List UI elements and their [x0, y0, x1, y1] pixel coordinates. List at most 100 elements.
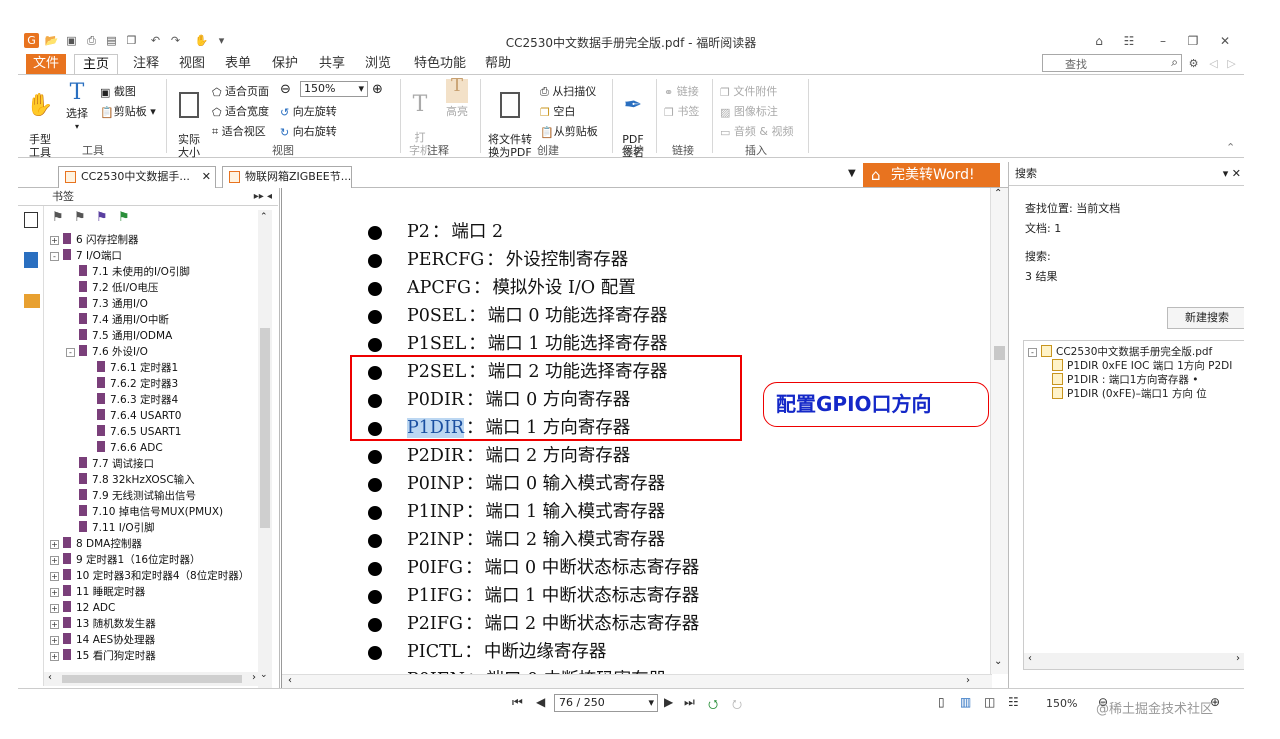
expand-icon[interactable]: +	[50, 652, 59, 661]
bookmark-item[interactable]: 7.9 无线测试输出信号	[66, 488, 196, 504]
bookmark-item[interactable]: 7.8 32kHzXOSC输入	[66, 472, 195, 488]
clipboard-button[interactable]: 📋剪贴板 ▾	[100, 103, 156, 119]
last-page-icon[interactable]: ⏭	[684, 695, 695, 710]
collapse-icon[interactable]: -	[1028, 348, 1037, 357]
prev-arrow-icon[interactable]: ◁	[1206, 56, 1221, 71]
restore-icon[interactable]: ❐	[1182, 32, 1204, 50]
bookmark-expand-icon[interactable]: ⚑	[96, 210, 108, 225]
close-icon[interactable]: ✕	[1214, 32, 1236, 50]
comments-panel-icon[interactable]	[24, 294, 40, 308]
blank-button[interactable]: ❐ 空白	[540, 103, 575, 119]
layout-icon[interactable]: ☷	[1118, 32, 1140, 50]
bookmark-item[interactable]: - 7 I/O端口	[50, 248, 122, 264]
results-scroll-right-icon[interactable]: ›	[1236, 653, 1240, 664]
tab-browse[interactable]: 浏览	[360, 54, 396, 74]
bookmark-item[interactable]: 7.6.5 USART1	[84, 424, 181, 440]
next-page-icon[interactable]: ▶	[664, 695, 673, 709]
tab-form[interactable]: 表单	[220, 54, 256, 74]
expand-icon[interactable]: +	[50, 588, 59, 597]
continuous-page-icon[interactable]: ▥	[960, 695, 971, 709]
share-icon[interactable]: ⌂	[1088, 32, 1110, 50]
bookmark-item[interactable]: 7.6.2 定时器3	[84, 376, 178, 392]
bookmark-item[interactable]: +13 随机数发生器	[50, 616, 156, 632]
fit-width-button[interactable]: ⬠ 适合宽度	[212, 103, 269, 119]
zoom-select[interactable]: 150% ▾	[300, 81, 368, 97]
bookmark-edit-icon[interactable]: ⚑	[74, 210, 86, 225]
file-attachment-button[interactable]: ❐ 文件附件	[720, 83, 777, 99]
bookmark-item[interactable]: 7.2 低I/O电压	[66, 280, 158, 296]
rotate-right-button[interactable]: ↻ 向右旋转	[280, 123, 337, 139]
bookmark-item[interactable]: 7.3 通用I/O	[66, 296, 148, 312]
bookmark-item[interactable]: +12 ADC	[50, 600, 115, 616]
doc-scroll-left-icon[interactable]: ‹	[288, 675, 292, 686]
scroll-down-icon[interactable]: ⌄	[260, 670, 268, 680]
from-scanner-button[interactable]: ⎙ 从扫描仪	[540, 83, 596, 99]
tab-share[interactable]: 共享	[314, 54, 350, 74]
bookmark-item[interactable]: 7.6.6 ADC	[84, 440, 163, 456]
bookmark-item[interactable]: - 7.6 外设I/O	[66, 344, 148, 360]
tab-features[interactable]: 特色功能	[408, 54, 472, 74]
select-button[interactable]: T 选择 ▾	[62, 79, 92, 133]
bookmark-item[interactable]: 7.4 通用I/O中断	[66, 312, 169, 328]
new-search-button[interactable]: 新建搜索	[1167, 307, 1244, 329]
bookmark-item[interactable]: +9 定时器1（16位定时器）	[50, 552, 201, 568]
zoom-in-icon[interactable]: ⊕	[372, 82, 383, 97]
search-panel-close-icon[interactable]: ▾ ✕	[1223, 162, 1241, 186]
collapse-icon[interactable]: -	[66, 348, 75, 357]
actual-size-button[interactable]: 实际 大小	[172, 79, 206, 159]
tab-file[interactable]: 文件	[26, 54, 66, 74]
panel-options-icon[interactable]: ▸▸ ◂	[254, 188, 272, 206]
doc-scroll-thumb[interactable]	[994, 346, 1005, 360]
bookmark-item[interactable]: +8 DMA控制器	[50, 536, 142, 552]
from-clipboard-button[interactable]: 📋从剪贴板	[540, 123, 598, 139]
close-tab-icon[interactable]: ✕	[202, 167, 211, 187]
bookmark-item[interactable]: 7.5 通用I/ODMA	[66, 328, 172, 344]
previous-page-icon[interactable]: ◀	[536, 695, 545, 709]
pages-panel-icon[interactable]	[24, 252, 38, 268]
tab-home[interactable]: 主页	[74, 54, 118, 74]
expand-icon[interactable]: +	[50, 540, 59, 549]
search-result-item[interactable]: P1DIR : 端口1方向寄存器 •	[1052, 373, 1198, 387]
collapse-icon[interactable]: -	[50, 252, 59, 261]
bookmark-item[interactable]: +10 定时器3和定时器4（8位定时器）	[50, 568, 249, 584]
previous-view-icon[interactable]: ⭯	[708, 695, 718, 716]
tab-document-1[interactable]: CC2530中文数据手... ✕	[58, 166, 216, 188]
doc-scroll-up-icon[interactable]: ⌃	[994, 188, 1002, 199]
facing-page-icon[interactable]: ◫	[984, 695, 995, 709]
next-view-icon[interactable]: ⭮	[732, 695, 742, 716]
search-result-item[interactable]: P1DIR (0xFE)–端口1 方向 位	[1052, 387, 1207, 401]
fit-page-button[interactable]: ⬠ 适合页面	[212, 83, 269, 99]
tab-document-2[interactable]: 物联网箱ZIGBEE节...	[222, 166, 352, 188]
scroll-up-icon[interactable]: ⌃	[260, 212, 268, 222]
h-scroll-thumb[interactable]	[62, 675, 242, 683]
rotate-left-button[interactable]: ↺ 向左旋转	[280, 103, 337, 119]
expand-icon[interactable]: +	[50, 556, 59, 565]
bookmark-item[interactable]: 7.11 I/O引脚	[66, 520, 155, 536]
convert-to-word-button[interactable]: ⌂ 完美转Word!	[863, 163, 1000, 187]
scroll-left-icon[interactable]: ‹	[48, 672, 52, 683]
bookmark-item[interactable]: 7.1 未使用的I/O引脚	[66, 264, 190, 280]
bookmark-item[interactable]: 7.6.4 USART0	[84, 408, 181, 424]
document-horizontal-scrollbar[interactable]: ‹ ›	[282, 674, 992, 688]
fit-view-button[interactable]: ⌗ 适合视区	[212, 123, 266, 139]
bookmark-item[interactable]: +6 闪存控制器	[50, 232, 139, 248]
bookmark-button[interactable]: ❐ 书签	[664, 103, 699, 119]
bookmark-horizontal-scrollbar[interactable]: ‹ ›	[44, 672, 260, 686]
bookmark-item[interactable]: 7.7 调试接口	[66, 456, 154, 472]
tab-list-dropdown-icon[interactable]: ▼	[848, 168, 856, 179]
image-annotation-button[interactable]: ▨ 图像标注	[720, 103, 778, 119]
doc-scroll-right-icon[interactable]: ›	[966, 675, 970, 686]
first-page-icon[interactable]: ⏮	[512, 695, 523, 710]
tab-protect[interactable]: 保护	[267, 54, 303, 74]
bookmark-item[interactable]: +14 AES协处理器	[50, 632, 155, 648]
bookmark-item[interactable]: 7.10 掉电信号MUX(PMUX)	[66, 504, 223, 520]
bookmark-go-icon[interactable]: ⚑	[118, 210, 130, 225]
result-root[interactable]: - CC2530中文数据手册完全版.pdf	[1028, 345, 1212, 359]
tab-view[interactable]: 视图	[174, 54, 210, 74]
hand-tool-button[interactable]: ✋ 手型 工具	[24, 79, 56, 159]
expand-icon[interactable]: +	[50, 636, 59, 645]
bookmark-item[interactable]: +11 睡眠定时器	[50, 584, 145, 600]
bookmark-item[interactable]: 7.6.1 定时器1	[84, 360, 178, 376]
link-button[interactable]: ⚭ 链接	[664, 83, 699, 99]
convert-to-pdf-button[interactable]: 将文件转 换为PDF	[486, 79, 534, 159]
